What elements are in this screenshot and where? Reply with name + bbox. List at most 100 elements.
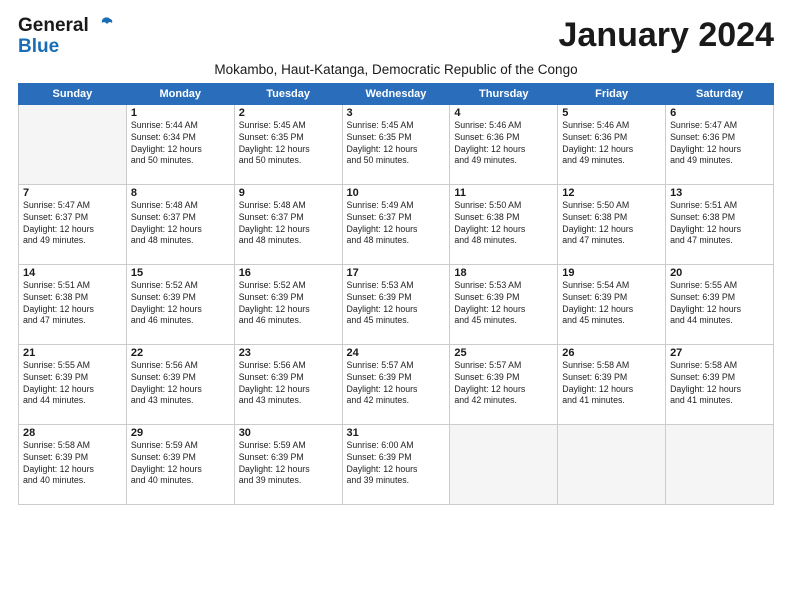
day-number: 2: [239, 107, 338, 119]
calendar-cell: [558, 424, 666, 504]
logo: General Blue: [18, 16, 113, 58]
col-friday: Friday: [558, 83, 666, 104]
day-number: 20: [670, 267, 769, 279]
calendar-cell: 9Sunrise: 5:48 AM Sunset: 6:37 PM Daylig…: [234, 184, 342, 264]
day-info: Sunrise: 5:45 AM Sunset: 6:35 PM Dayligh…: [347, 120, 446, 168]
day-info: Sunrise: 5:52 AM Sunset: 6:39 PM Dayligh…: [131, 280, 230, 328]
day-number: 1: [131, 107, 230, 119]
logo-general: General: [18, 16, 89, 37]
col-wednesday: Wednesday: [342, 83, 450, 104]
day-info: Sunrise: 5:55 AM Sunset: 6:39 PM Dayligh…: [23, 360, 122, 408]
day-info: Sunrise: 5:51 AM Sunset: 6:38 PM Dayligh…: [670, 200, 769, 248]
day-number: 24: [347, 347, 446, 359]
day-number: 27: [670, 347, 769, 359]
calendar-header-row: Sunday Monday Tuesday Wednesday Thursday…: [19, 83, 774, 104]
subtitle: Mokambo, Haut-Katanga, Democratic Republ…: [18, 62, 774, 77]
calendar: Sunday Monday Tuesday Wednesday Thursday…: [18, 83, 774, 505]
day-info: Sunrise: 5:56 AM Sunset: 6:39 PM Dayligh…: [131, 360, 230, 408]
day-number: 21: [23, 347, 122, 359]
day-number: 23: [239, 347, 338, 359]
day-number: 8: [131, 187, 230, 199]
calendar-cell: 5Sunrise: 5:46 AM Sunset: 6:36 PM Daylig…: [558, 104, 666, 184]
day-info: Sunrise: 5:58 AM Sunset: 6:39 PM Dayligh…: [23, 440, 122, 488]
calendar-cell: 26Sunrise: 5:58 AM Sunset: 6:39 PM Dayli…: [558, 344, 666, 424]
day-info: Sunrise: 5:56 AM Sunset: 6:39 PM Dayligh…: [239, 360, 338, 408]
calendar-cell: 29Sunrise: 5:59 AM Sunset: 6:39 PM Dayli…: [126, 424, 234, 504]
calendar-cell: 31Sunrise: 6:00 AM Sunset: 6:39 PM Dayli…: [342, 424, 450, 504]
calendar-cell: 3Sunrise: 5:45 AM Sunset: 6:35 PM Daylig…: [342, 104, 450, 184]
calendar-cell: 14Sunrise: 5:51 AM Sunset: 6:38 PM Dayli…: [19, 264, 127, 344]
day-number: 19: [562, 267, 661, 279]
day-info: Sunrise: 5:53 AM Sunset: 6:39 PM Dayligh…: [454, 280, 553, 328]
calendar-cell: 20Sunrise: 5:55 AM Sunset: 6:39 PM Dayli…: [666, 264, 774, 344]
logo-blue: Blue: [18, 37, 113, 58]
day-number: 7: [23, 187, 122, 199]
calendar-cell: 16Sunrise: 5:52 AM Sunset: 6:39 PM Dayli…: [234, 264, 342, 344]
day-info: Sunrise: 5:46 AM Sunset: 6:36 PM Dayligh…: [562, 120, 661, 168]
calendar-cell: 21Sunrise: 5:55 AM Sunset: 6:39 PM Dayli…: [19, 344, 127, 424]
calendar-cell: [666, 424, 774, 504]
day-number: 25: [454, 347, 553, 359]
day-info: Sunrise: 5:58 AM Sunset: 6:39 PM Dayligh…: [670, 360, 769, 408]
day-number: 29: [131, 427, 230, 439]
day-info: Sunrise: 5:44 AM Sunset: 6:34 PM Dayligh…: [131, 120, 230, 168]
day-number: 9: [239, 187, 338, 199]
calendar-cell: 23Sunrise: 5:56 AM Sunset: 6:39 PM Dayli…: [234, 344, 342, 424]
page: General Blue January 2024 Mokambo, Haut-…: [0, 0, 792, 612]
calendar-week-5: 28Sunrise: 5:58 AM Sunset: 6:39 PM Dayli…: [19, 424, 774, 504]
day-info: Sunrise: 5:48 AM Sunset: 6:37 PM Dayligh…: [131, 200, 230, 248]
day-info: Sunrise: 5:58 AM Sunset: 6:39 PM Dayligh…: [562, 360, 661, 408]
day-info: Sunrise: 6:00 AM Sunset: 6:39 PM Dayligh…: [347, 440, 446, 488]
month-title: January 2024: [559, 16, 775, 55]
day-number: 17: [347, 267, 446, 279]
day-number: 15: [131, 267, 230, 279]
day-number: 10: [347, 187, 446, 199]
day-number: 3: [347, 107, 446, 119]
calendar-cell: 17Sunrise: 5:53 AM Sunset: 6:39 PM Dayli…: [342, 264, 450, 344]
calendar-cell: [19, 104, 127, 184]
calendar-cell: 22Sunrise: 5:56 AM Sunset: 6:39 PM Dayli…: [126, 344, 234, 424]
calendar-cell: 24Sunrise: 5:57 AM Sunset: 6:39 PM Dayli…: [342, 344, 450, 424]
day-number: 22: [131, 347, 230, 359]
calendar-cell: 18Sunrise: 5:53 AM Sunset: 6:39 PM Dayli…: [450, 264, 558, 344]
calendar-week-3: 14Sunrise: 5:51 AM Sunset: 6:38 PM Dayli…: [19, 264, 774, 344]
day-info: Sunrise: 5:54 AM Sunset: 6:39 PM Dayligh…: [562, 280, 661, 328]
calendar-cell: 11Sunrise: 5:50 AM Sunset: 6:38 PM Dayli…: [450, 184, 558, 264]
day-info: Sunrise: 5:47 AM Sunset: 6:36 PM Dayligh…: [670, 120, 769, 168]
calendar-cell: 12Sunrise: 5:50 AM Sunset: 6:38 PM Dayli…: [558, 184, 666, 264]
day-info: Sunrise: 5:50 AM Sunset: 6:38 PM Dayligh…: [454, 200, 553, 248]
calendar-cell: 25Sunrise: 5:57 AM Sunset: 6:39 PM Dayli…: [450, 344, 558, 424]
col-tuesday: Tuesday: [234, 83, 342, 104]
calendar-cell: 13Sunrise: 5:51 AM Sunset: 6:38 PM Dayli…: [666, 184, 774, 264]
calendar-cell: 30Sunrise: 5:59 AM Sunset: 6:39 PM Dayli…: [234, 424, 342, 504]
calendar-cell: 7Sunrise: 5:47 AM Sunset: 6:37 PM Daylig…: [19, 184, 127, 264]
day-info: Sunrise: 5:59 AM Sunset: 6:39 PM Dayligh…: [239, 440, 338, 488]
day-number: 4: [454, 107, 553, 119]
calendar-cell: 28Sunrise: 5:58 AM Sunset: 6:39 PM Dayli…: [19, 424, 127, 504]
day-info: Sunrise: 5:51 AM Sunset: 6:38 PM Dayligh…: [23, 280, 122, 328]
day-number: 30: [239, 427, 338, 439]
col-saturday: Saturday: [666, 83, 774, 104]
day-info: Sunrise: 5:57 AM Sunset: 6:39 PM Dayligh…: [347, 360, 446, 408]
day-number: 11: [454, 187, 553, 199]
col-sunday: Sunday: [19, 83, 127, 104]
day-number: 26: [562, 347, 661, 359]
calendar-cell: 1Sunrise: 5:44 AM Sunset: 6:34 PM Daylig…: [126, 104, 234, 184]
logo-bird-icon: [91, 17, 113, 35]
header: General Blue January 2024: [18, 16, 774, 58]
calendar-week-2: 7Sunrise: 5:47 AM Sunset: 6:37 PM Daylig…: [19, 184, 774, 264]
day-info: Sunrise: 5:48 AM Sunset: 6:37 PM Dayligh…: [239, 200, 338, 248]
day-info: Sunrise: 5:52 AM Sunset: 6:39 PM Dayligh…: [239, 280, 338, 328]
calendar-cell: 8Sunrise: 5:48 AM Sunset: 6:37 PM Daylig…: [126, 184, 234, 264]
day-info: Sunrise: 5:45 AM Sunset: 6:35 PM Dayligh…: [239, 120, 338, 168]
day-number: 14: [23, 267, 122, 279]
calendar-cell: 2Sunrise: 5:45 AM Sunset: 6:35 PM Daylig…: [234, 104, 342, 184]
day-number: 18: [454, 267, 553, 279]
calendar-cell: [450, 424, 558, 504]
day-info: Sunrise: 5:55 AM Sunset: 6:39 PM Dayligh…: [670, 280, 769, 328]
calendar-cell: 6Sunrise: 5:47 AM Sunset: 6:36 PM Daylig…: [666, 104, 774, 184]
col-monday: Monday: [126, 83, 234, 104]
day-info: Sunrise: 5:57 AM Sunset: 6:39 PM Dayligh…: [454, 360, 553, 408]
day-info: Sunrise: 5:59 AM Sunset: 6:39 PM Dayligh…: [131, 440, 230, 488]
day-number: 6: [670, 107, 769, 119]
